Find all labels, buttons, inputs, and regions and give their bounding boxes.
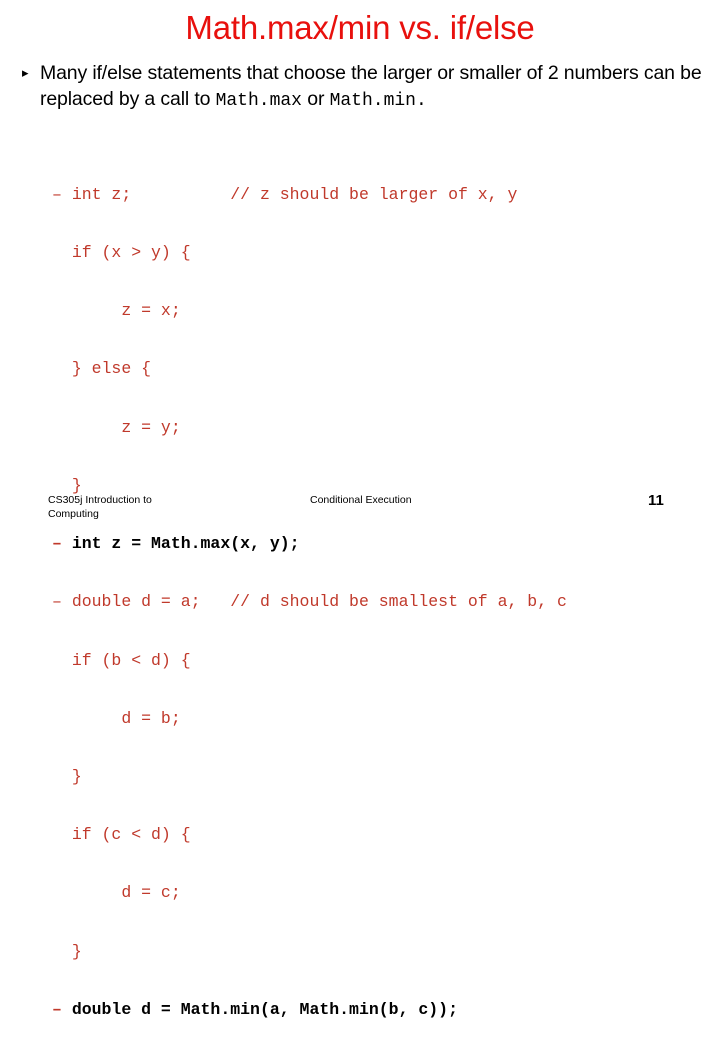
slide-footer: CS305j Introduction to Computing Conditi…	[0, 493, 720, 540]
code-line-dash: –	[52, 999, 72, 1019]
code-line-dash	[52, 651, 72, 670]
code-line-dash	[52, 883, 72, 902]
code-line: – int z; // z should be larger of x, y	[52, 185, 712, 204]
code-line: if (b < d) {	[52, 651, 712, 670]
code-line-text: z = y;	[71, 417, 181, 437]
bullet-text: Many if/else statements that choose the …	[40, 60, 710, 114]
code-line-text: d = c;	[71, 883, 181, 903]
code-line-text: double d = Math.min(a, Math.min(b, c));	[71, 999, 458, 1019]
code-line-text: z = x;	[71, 301, 181, 321]
code-line: }	[52, 942, 712, 961]
code-line: if (c < d) {	[52, 825, 712, 844]
code-line: d = b;	[52, 709, 712, 728]
footer-course-line1: CS305j Introduction to	[48, 494, 152, 506]
slide-body: ▸ Many if/else statements that choose th…	[18, 60, 710, 114]
code-line-dash: –	[52, 184, 72, 204]
code-block: – int z; // z should be larger of x, y i…	[52, 146, 712, 1039]
code-line: } else {	[52, 359, 712, 378]
code-line-text: if (c < d) {	[71, 825, 191, 845]
code-line-text: } else {	[71, 359, 152, 379]
code-line-text: }	[71, 941, 82, 961]
code-line-text: double d = a; // d should be smallest of…	[71, 592, 567, 612]
code-line-dash	[52, 418, 72, 437]
code-line-dash	[52, 709, 72, 728]
code-line-text: if (x > y) {	[71, 243, 191, 263]
code-line-emphasized: – double d = Math.min(a, Math.min(b, c))…	[52, 1000, 712, 1019]
code-line: d = c;	[52, 883, 712, 902]
bullet-segment-code-math-max: Math.max	[215, 91, 302, 111]
bullet-segment-code-math-min: Math.min.	[329, 91, 427, 111]
code-line-text: if (b < d) {	[71, 650, 191, 670]
code-line-dash	[52, 301, 72, 320]
code-line: if (x > y) {	[52, 243, 712, 262]
code-line-text: d = b;	[71, 708, 181, 728]
code-line: z = x;	[52, 301, 712, 320]
code-line: z = y;	[52, 418, 712, 437]
code-line-dash	[52, 359, 72, 378]
bullet-segment-conjunction: or	[301, 88, 330, 110]
code-line-text: int z; // z should be larger of x, y	[71, 184, 518, 204]
footer-page-number: 11	[648, 492, 664, 509]
code-line-dash	[52, 942, 72, 961]
code-line-text: }	[71, 767, 82, 786]
bullet-item: ▸ Many if/else statements that choose th…	[18, 60, 710, 114]
bullet-triangle-icon: ▸	[22, 65, 29, 80]
code-line: – double d = a; // d should be smallest …	[52, 592, 712, 611]
slide-title: Math.max/min vs. if/else	[185, 9, 535, 46]
footer-topic-label: Conditional Execution	[310, 494, 412, 506]
code-line-dash	[52, 243, 72, 262]
code-line-dash	[52, 825, 72, 844]
footer-course-label: CS305j Introduction to Computing	[48, 493, 238, 521]
code-line-dash	[52, 767, 72, 786]
footer-course-line2: Computing	[48, 508, 99, 520]
code-line: }	[52, 767, 712, 786]
code-line-dash: –	[52, 592, 72, 612]
